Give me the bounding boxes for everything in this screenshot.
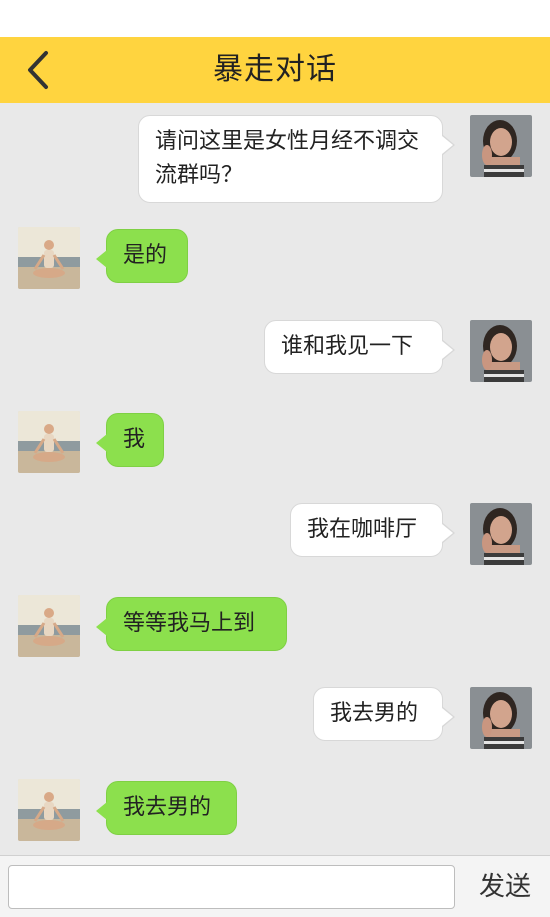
composer-bar: 发送 <box>0 855 550 917</box>
send-button[interactable]: 发送 <box>466 865 544 909</box>
message-input[interactable] <box>8 865 455 909</box>
message-bubble[interactable]: 我 <box>96 413 164 467</box>
message-bubble[interactable]: 是的 <box>96 229 188 283</box>
woman-portrait-avatar[interactable] <box>470 503 532 565</box>
woman-portrait-avatar[interactable] <box>470 687 532 749</box>
message-text: 请问这里是女性月经不调交流群吗？ <box>155 129 420 188</box>
message-text: 谁和我见一下 <box>281 334 414 359</box>
yoga-woman-avatar[interactable] <box>18 779 80 841</box>
message-text: 我在咖啡厅 <box>307 517 418 542</box>
message-bubble[interactable]: 我去男的 <box>96 781 237 835</box>
message-text: 我 <box>123 427 146 452</box>
yoga-woman-avatar[interactable] <box>18 227 80 289</box>
page-title: 暴走对话 <box>213 52 337 87</box>
yoga-woman-avatar[interactable] <box>18 411 80 473</box>
woman-portrait-avatar[interactable] <box>470 320 532 382</box>
message-text: 是的 <box>123 243 168 268</box>
message-bubble[interactable]: 我在咖啡厅 <box>290 503 455 557</box>
chat-area[interactable]: 请问这里是女性月经不调交流群吗？ 是的 谁和我见一下 我 我在咖啡厅 等等我马上… <box>0 103 550 855</box>
message-bubble[interactable]: 等等我马上到 <box>96 597 287 651</box>
message-text: 我去男的 <box>123 795 212 820</box>
message-bubble[interactable]: 请问这里是女性月经不调交流群吗？ <box>138 115 455 203</box>
message-text: 等等我马上到 <box>123 611 256 636</box>
yoga-woman-avatar[interactable] <box>18 595 80 657</box>
message-text: 我去男的 <box>330 701 419 726</box>
status-strip <box>0 0 550 37</box>
chat-header: 暴走对话 <box>0 37 550 103</box>
message-bubble[interactable]: 谁和我见一下 <box>264 320 455 374</box>
woman-portrait-avatar[interactable] <box>470 115 532 177</box>
message-bubble[interactable]: 我去男的 <box>313 687 455 741</box>
